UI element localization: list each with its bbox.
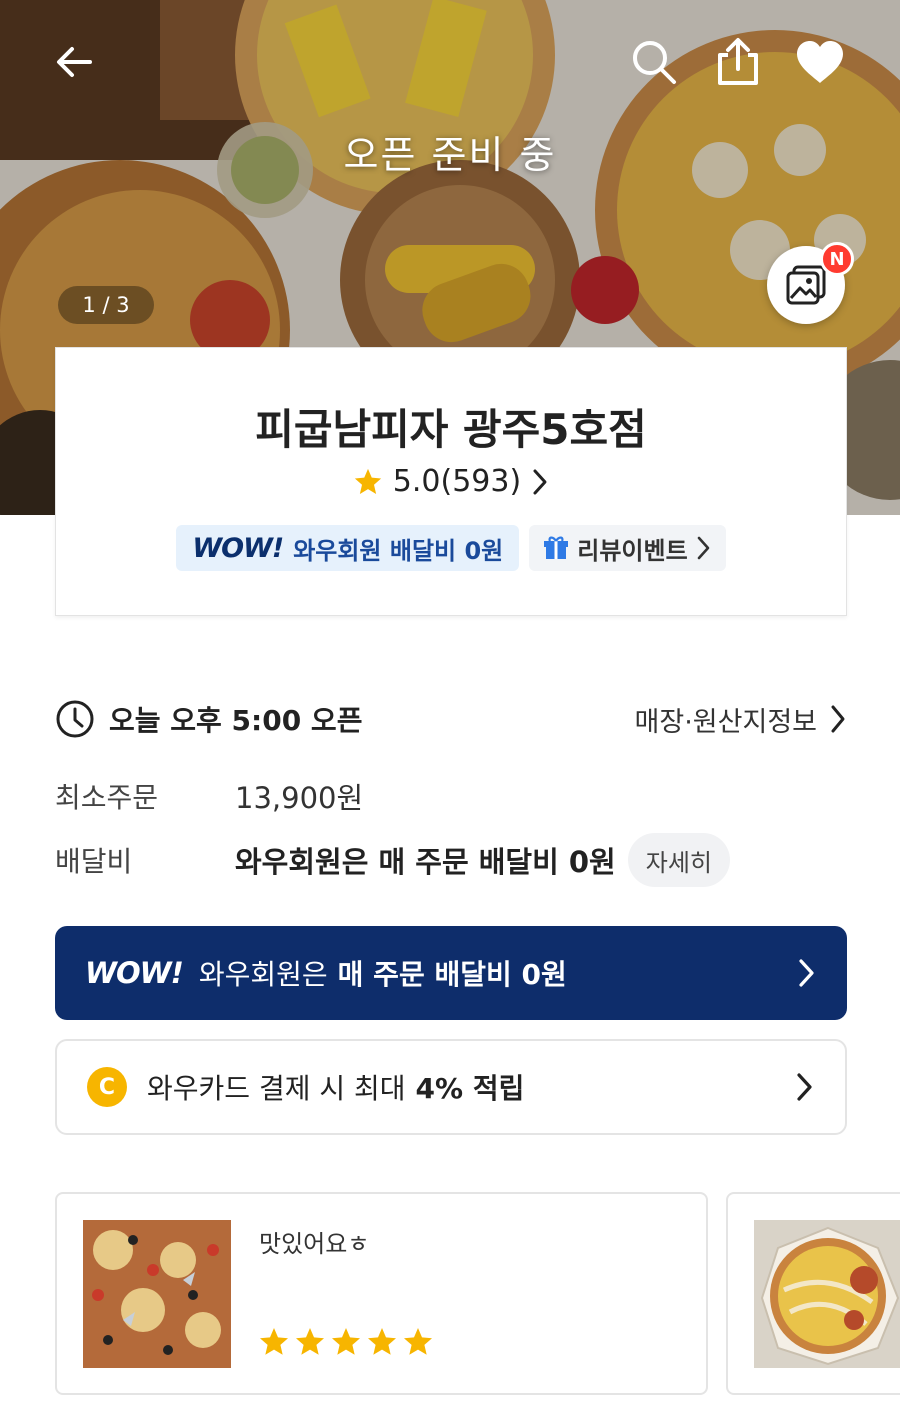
wow-chip-text: 와우회원 배달비 0원 (293, 536, 504, 565)
share-button[interactable] (709, 34, 765, 90)
min-order-label: 최소주문 (55, 781, 159, 814)
star-icon (332, 1328, 360, 1355)
back-arrow-icon (57, 47, 92, 77)
star-icon (404, 1328, 432, 1355)
star-icon (368, 1328, 396, 1355)
rating-value: 5.0(593) (392, 464, 522, 499)
delivery-fee-detail-button[interactable]: 자세히 (627, 833, 730, 887)
new-badge: N (820, 242, 854, 276)
rating-link[interactable]: 5.0(593) (56, 464, 846, 499)
star-icon (260, 1328, 288, 1355)
search-icon (633, 41, 676, 84)
favorite-button[interactable] (792, 34, 848, 90)
review-photo (754, 1220, 900, 1368)
search-button[interactable] (626, 34, 682, 90)
review-event-text: 리뷰이벤트 (577, 536, 688, 565)
open-time-row: 오늘 오후 5:00 오픈 매장·원산지정보 (55, 697, 847, 741)
chevron-right-icon (831, 705, 845, 733)
review-text: 맛있어요ㅎ (259, 1230, 370, 1258)
wow-card-highlight: 4% 적립 (415, 1072, 525, 1105)
star-icon (354, 468, 381, 494)
store-status-text: 오픈 준비 중 (343, 133, 557, 177)
wow-membership-banner[interactable]: WOW! 와우회원은 매 주문 배달비 0원 (55, 926, 847, 1020)
review-card[interactable]: 맛있어요ㅎ (55, 1192, 708, 1395)
chevron-right-icon (697, 536, 709, 560)
wow-logo: WOW! (85, 956, 184, 990)
chevron-right-icon (799, 959, 814, 987)
heart-icon (797, 41, 843, 83)
wow-card-banner[interactable]: C 와우카드 결제 시 최대 4% 적립 (55, 1039, 847, 1135)
review-photo (83, 1220, 231, 1368)
delivery-fee-row: 배달비 와우회원은 매 주문 배달비 0원 자세히 (55, 832, 847, 888)
photo-gallery-icon (786, 265, 826, 305)
share-icon (718, 38, 758, 85)
back-button[interactable] (46, 34, 102, 90)
coin-icon: C (87, 1067, 127, 1107)
store-origin-info-label: 매장·원산지정보 (634, 706, 817, 738)
delivery-fee-label: 배달비 (55, 845, 133, 878)
review-card[interactable] (726, 1192, 900, 1395)
wow-logo: WOW! (192, 532, 284, 564)
wow-delivery-chip: WOW! 와우회원 배달비 0원 (176, 525, 520, 571)
photo-counter: 1 / 3 (58, 286, 154, 324)
gift-icon (544, 536, 569, 559)
chevron-right-icon (797, 1073, 812, 1101)
chevron-right-icon (533, 469, 547, 494)
min-order-value: 13,900원 (235, 781, 364, 815)
star-icon (296, 1328, 324, 1355)
wow-banner-highlight: 매 주문 배달비 0원 (337, 958, 567, 991)
clock-icon (56, 700, 94, 738)
store-origin-info-link[interactable]: 매장·원산지정보 (635, 700, 847, 739)
store-name: 피굽남피자 광주5호점 (255, 405, 647, 454)
wow-banner-text: 와우회원은 (198, 958, 328, 991)
min-order-row: 최소주문 13,900원 (55, 776, 847, 816)
review-event-chip[interactable]: 리뷰이벤트 (529, 525, 726, 571)
open-time-text: 오늘 오후 5:00 오픈 (109, 704, 363, 737)
delivery-fee-value: 와우회원은 매 주문 배달비 0원 (235, 845, 616, 879)
store-summary-card: 피굽남피자 광주5호점 5.0(593) WOW! 와우회원 배달비 0원 리뷰… (55, 347, 847, 616)
review-rating (257, 1326, 435, 1358)
wow-card-text: 와우카드 결제 시 최대 (147, 1072, 406, 1105)
